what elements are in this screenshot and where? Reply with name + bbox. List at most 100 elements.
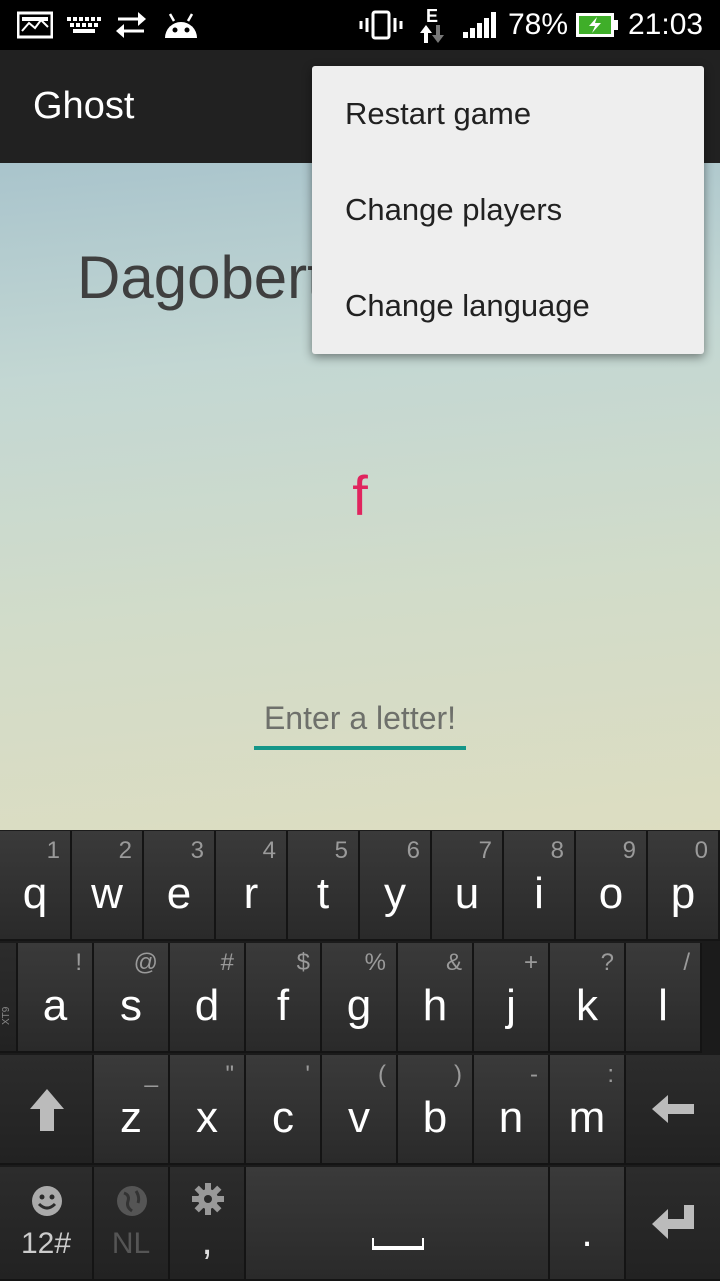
key-v[interactable]: (v [322,1055,398,1165]
key-label: v [348,1093,370,1142]
key-u[interactable]: 7u [432,831,504,941]
shift-icon [30,1089,64,1136]
language-key[interactable]: NL [94,1167,170,1281]
key-label: d [194,981,220,1030]
key-b[interactable]: ) b [398,1055,474,1165]
key-label: o [598,869,624,918]
globe-icon [116,1185,148,1222]
key-t[interactable]: 5t [288,831,360,941]
space-key[interactable] [246,1167,550,1281]
backspace-key[interactable] [626,1055,720,1165]
key-a[interactable]: ! a [18,943,94,1053]
key-d[interactable]: # d [170,943,246,1053]
overflow-menu: Restart game Change players Change langu… [312,66,704,354]
key-label: x [196,1093,218,1142]
key-alt-label: # [220,949,234,976]
key-z[interactable]: _ z [94,1055,170,1165]
key-label: a [42,981,68,1030]
period-key[interactable]: . [550,1167,626,1281]
key-label: b [422,1093,448,1142]
key-x[interactable]: " x [170,1055,246,1165]
key-h[interactable]: & h [398,943,474,1053]
key-alt-label: % [364,949,386,976]
key-p[interactable]: 0p [648,831,720,941]
menu-item-restart-game[interactable]: Restart game [312,66,704,162]
key-alt-label: 7 [478,837,492,864]
key-n[interactable]: -n [474,1055,550,1165]
key-alt-label: $ [296,949,310,976]
signal-icon [462,0,500,50]
keyboard-icon [66,0,102,50]
key-g[interactable]: % g [322,943,398,1053]
android-icon [160,0,202,50]
key-f[interactable]: $ f [246,943,322,1053]
key-alt-label: - [530,1061,538,1088]
enter-key[interactable] [626,1167,720,1281]
key-alt-label: 3 [190,837,204,864]
menu-item-change-players[interactable]: Change players [312,162,704,258]
network-e-icon: E [414,0,450,50]
key-alt-label: ' [305,1061,310,1088]
key-label: l [658,981,668,1030]
shift-key[interactable] [0,1055,94,1165]
key-label: e [166,869,192,918]
key-s[interactable]: @ s [94,943,170,1053]
key-alt-label: 6 [406,837,420,864]
letter-input[interactable] [254,690,466,750]
emoticon-icon [31,1185,63,1222]
current-player-name: Dagobert [77,244,324,311]
key-i[interactable]: 8i [504,831,576,941]
comma-key[interactable]: , [170,1167,246,1281]
key-label: h [422,981,448,1030]
screenshot-icon [16,0,54,50]
key-e[interactable]: 3e [144,831,216,941]
key-alt-label: 1 [46,837,60,864]
symbols-key[interactable]: 12# [0,1167,94,1281]
menu-item-change-language[interactable]: Change language [312,258,704,354]
key-y[interactable]: 6y [360,831,432,941]
comma-label: , [201,1219,213,1263]
key-o[interactable]: 9o [576,831,648,941]
battery-icon [574,0,620,50]
key-label: j [506,981,516,1030]
key-label: c [272,1093,294,1142]
key-alt-label: ? [600,949,614,976]
key-label: g [346,981,372,1030]
key-alt-label: : [607,1061,614,1088]
key-c[interactable]: ' c [246,1055,322,1165]
key-w[interactable]: 2w [72,831,144,941]
vibrate-icon [358,0,404,50]
backspace-icon [652,1095,694,1128]
clock: 21:03 [628,8,704,41]
key-l[interactable]: / l [626,943,702,1053]
key-k[interactable]: ? k [550,943,626,1053]
key-q[interactable]: 1q [0,831,72,941]
key-alt-label: ( [378,1061,386,1088]
symbols-label: 12# [20,1227,72,1260]
key-r[interactable]: 4r [216,831,288,941]
soft-keyboard: 1q2w3e4r5t6y7u8i9o0p XT9 ! a @ s # d $ f% g & h + j?… [0,830,720,1281]
key-alt-label: ) [454,1061,462,1088]
key-alt-label: / [683,949,690,976]
key-j[interactable]: + j [474,943,550,1053]
key-alt-label: 4 [262,837,276,864]
xt9-label: XT9 [1,1006,12,1025]
key-label: r [243,869,259,918]
key-alt-label: @ [133,949,158,976]
battery-percentage: 78% [508,8,569,41]
period-label: . [581,1211,593,1255]
status-bar: E 78% 21:03 [0,0,720,50]
key-label: k [576,981,598,1030]
keyboard-row-3: _ z " x ' c(v) b - n: m [0,1054,720,1166]
key-label: q [22,869,48,918]
keyboard-row-1: 1q2w3e4r5t6y7u8i9o0p [0,830,720,942]
key-m[interactable]: :m [550,1055,626,1165]
key-alt-label: ! [75,949,82,976]
key-label: m [568,1093,606,1142]
key-alt-label: _ [144,1061,158,1088]
xt9-side-key[interactable]: XT9 [0,943,18,1053]
key-label: p [670,869,696,918]
key-label: t [316,869,330,918]
key-label: i [534,869,544,918]
key-alt-label: " [225,1061,234,1088]
